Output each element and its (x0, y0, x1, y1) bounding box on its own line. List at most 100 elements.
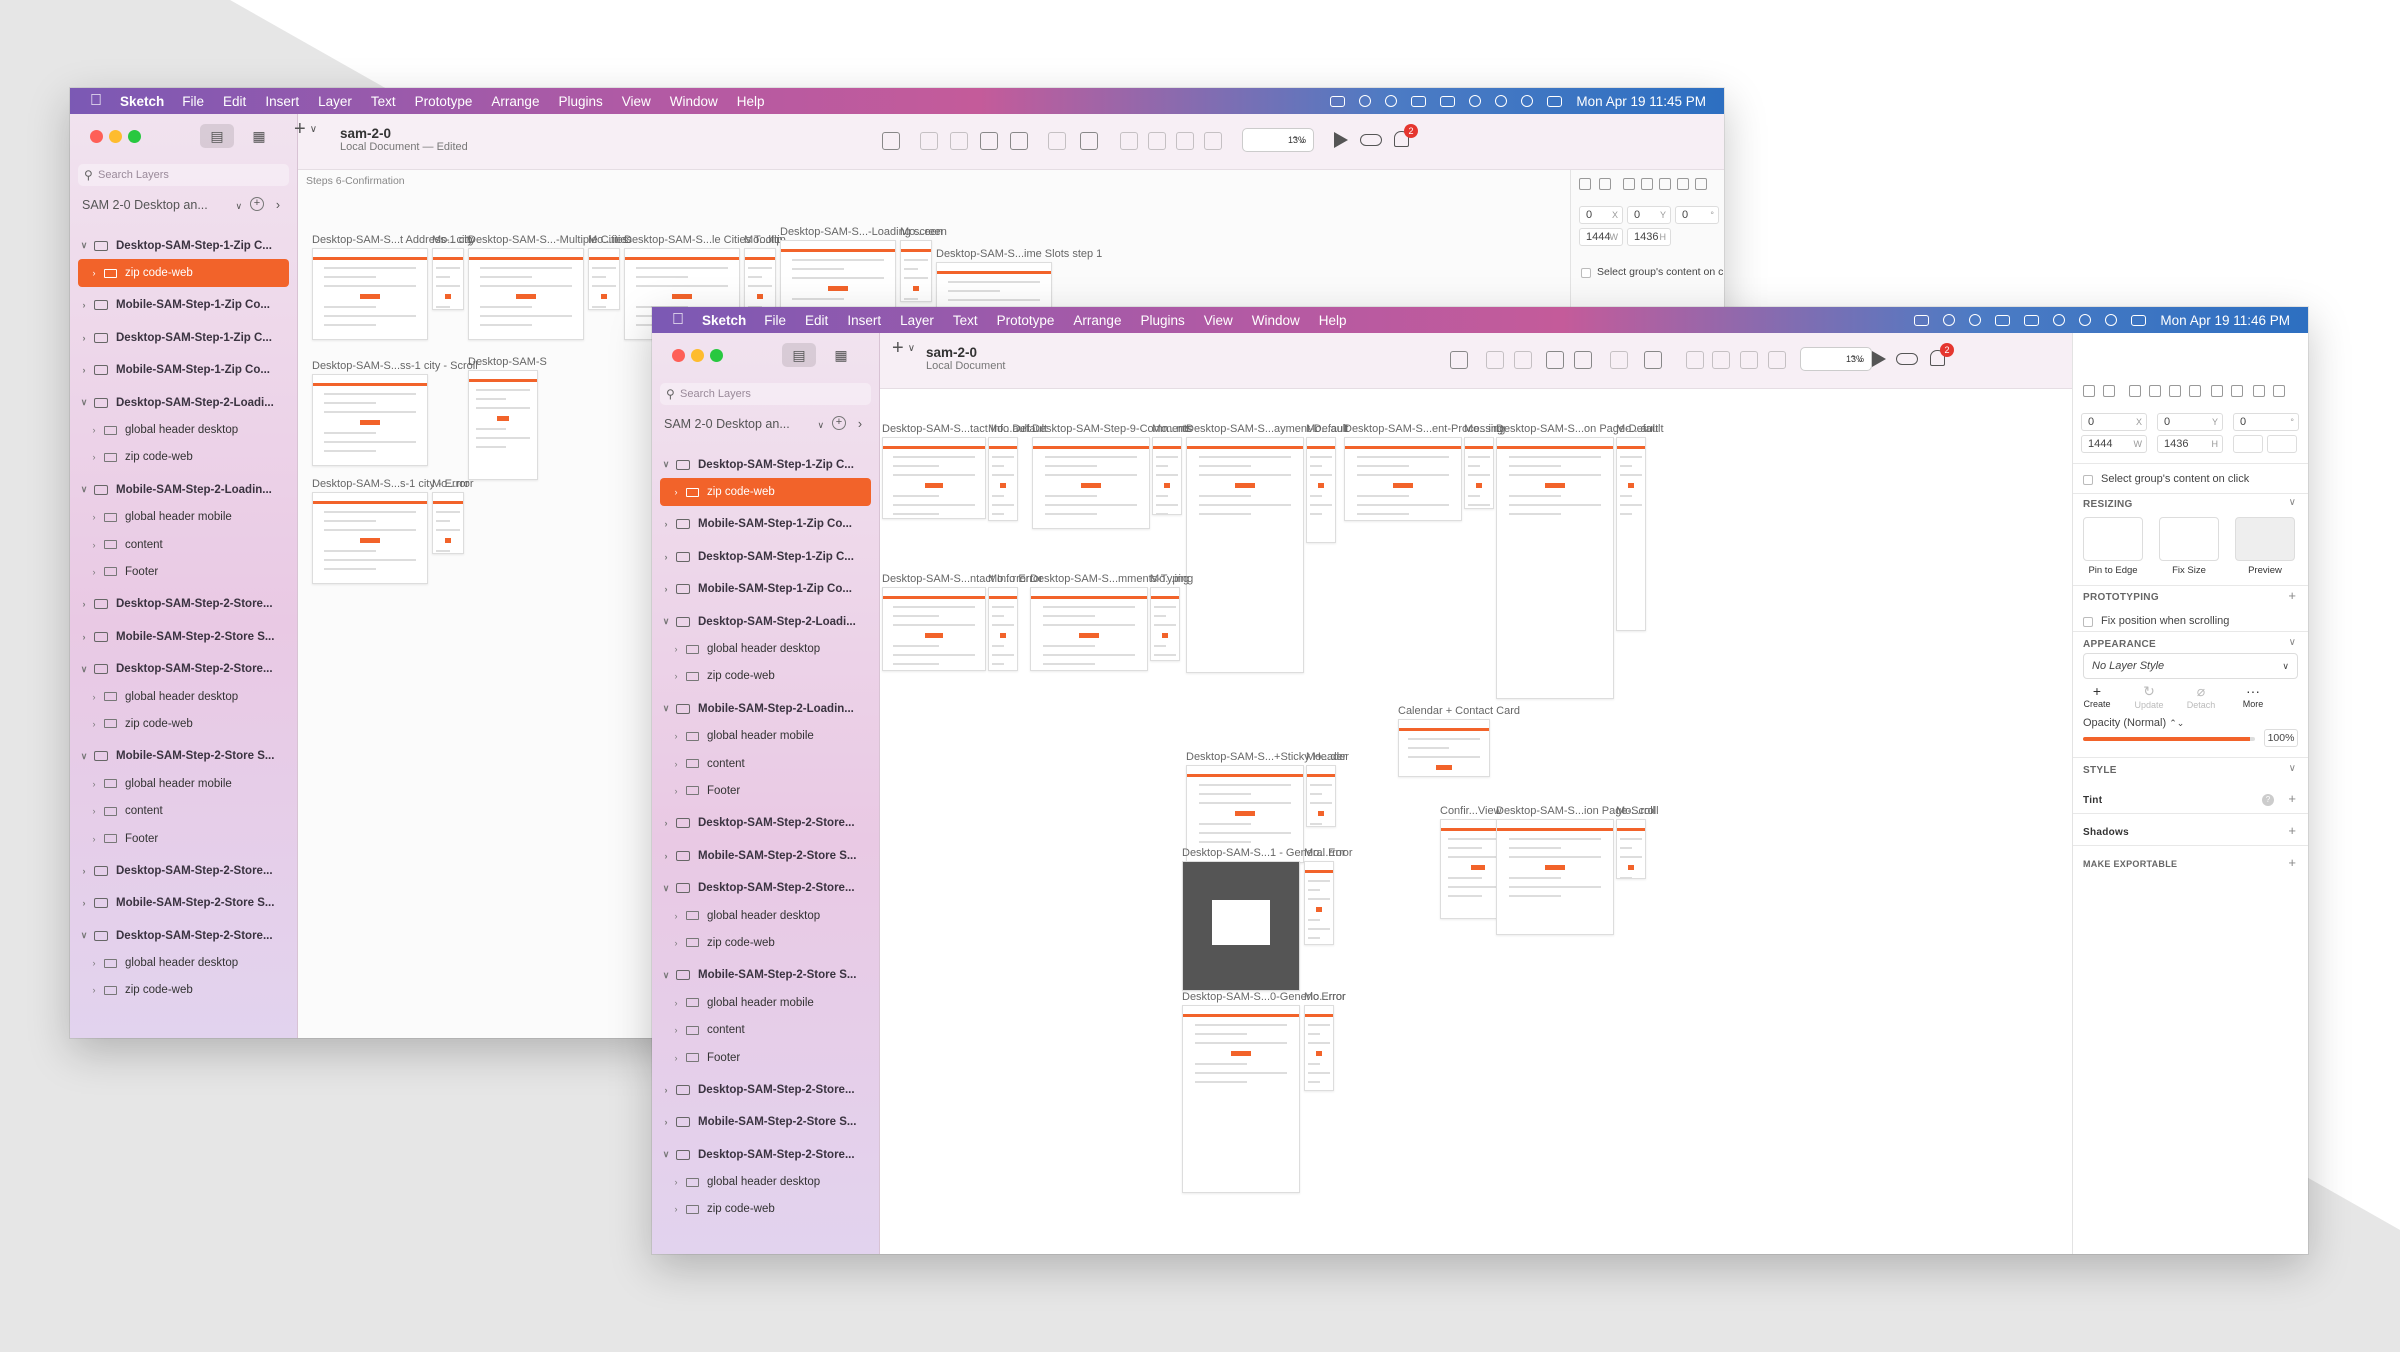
battery-icon[interactable] (2024, 314, 2040, 326)
menu-window[interactable]: Window (670, 94, 718, 109)
menu-plugins[interactable]: Plugins (1140, 313, 1184, 328)
chevron-right-icon[interactable]: › (670, 786, 682, 796)
align-icon[interactable] (2253, 385, 2265, 397)
align-icon[interactable] (1695, 178, 1707, 190)
menu-insert[interactable]: Insert (847, 313, 881, 328)
layer-artboard-row[interactable]: › Mobile-SAM-Step-2-Store S... (652, 1109, 879, 1136)
chevron-down-icon[interactable]: ∨ (78, 397, 90, 408)
layer-artboard-row[interactable]: › Mobile-SAM-Step-2-Store S... (70, 623, 297, 650)
align-icon[interactable] (1677, 178, 1689, 190)
chevron-right-icon[interactable]: › (88, 567, 100, 577)
cloud-status-icon[interactable] (1330, 95, 1346, 107)
layer-group-row[interactable]: › zip code-web (70, 977, 297, 1004)
artboard-title[interactable]: Mo...ltip (744, 234, 783, 246)
align-icon[interactable] (2103, 385, 2115, 397)
rotation-field[interactable]: 0 ° (2233, 413, 2299, 431)
notification-bell-icon[interactable]: 2 (1930, 343, 1954, 366)
align-icon[interactable] (2273, 385, 2285, 397)
backward-icon[interactable] (950, 132, 968, 150)
artboard-title[interactable]: Mo...ault (988, 423, 1030, 435)
opacity-label[interactable]: Opacity (Normal) ⌃⌄ (2083, 717, 2184, 729)
align-icon[interactable] (2083, 385, 2095, 397)
artboard-title[interactable]: Mo...ault (1306, 423, 1348, 435)
artboard[interactable]: Desktop-SAM-S...mments-Typing (1030, 573, 1193, 671)
cloud-icon[interactable] (1896, 353, 1918, 365)
menu-file[interactable]: File (182, 94, 204, 109)
chevron-right-icon[interactable]: › (276, 198, 280, 212)
cc-status-icon[interactable] (1359, 95, 1372, 107)
artboard[interactable]: Mo...city (432, 234, 473, 310)
artboard[interactable]: Mo...ities (588, 234, 632, 310)
user-icon[interactable] (1495, 95, 1508, 107)
chevron-right-icon[interactable]: › (660, 818, 672, 828)
artboard[interactable]: Desktop-SAM-S...t Address-1 city (312, 234, 475, 340)
artboard[interactable]: Mo...rror (432, 478, 474, 554)
chevron-down-icon[interactable]: ∨ (78, 664, 90, 675)
union-icon[interactable] (1686, 351, 1704, 369)
chevron-right-icon[interactable]: › (670, 671, 682, 681)
layer-group-row[interactable]: › Footer (652, 777, 879, 804)
chevron-right-icon[interactable]: › (670, 1053, 682, 1063)
menu-window[interactable]: Window (1252, 313, 1300, 328)
layer-group-row[interactable]: › global header desktop (652, 635, 879, 662)
add-export-icon[interactable]: + (2288, 855, 2296, 870)
chevron-right-icon[interactable]: › (78, 898, 90, 908)
layer-artboard-row[interactable]: ∨ Desktop-SAM-Step-2-Loadi... (652, 608, 879, 635)
rotation-field[interactable]: 0 ° (1675, 206, 1719, 224)
chevron-down-icon[interactable]: ∨ (78, 751, 90, 762)
chevron-right-icon[interactable]: › (670, 911, 682, 921)
menu-arrange[interactable]: Arrange (491, 94, 539, 109)
menu-prototype[interactable]: Prototype (415, 94, 473, 109)
layers-view-icon[interactable]: ▤ (200, 124, 234, 148)
artboard[interactable]: Mo...ing (1464, 423, 1503, 509)
layer-artboard-row[interactable]: ∨ Mobile-SAM-Step-2-Loadin... (70, 476, 297, 503)
menu-text[interactable]: Text (953, 313, 978, 328)
page-selector[interactable]: SAM 2-0 Desktop an... ∨ + › (82, 197, 282, 212)
layer-group-row[interactable]: › global header desktop (652, 902, 879, 929)
chevron-right-icon[interactable]: › (88, 834, 100, 844)
align-icon[interactable] (1641, 178, 1653, 190)
menu-plugins[interactable]: Plugins (558, 94, 602, 109)
chevron-right-icon[interactable]: › (78, 599, 90, 609)
layer-group-row[interactable]: › zip code-web (70, 444, 297, 471)
scale-icon[interactable] (1080, 132, 1098, 150)
control-center-icon[interactable] (1547, 95, 1563, 107)
edit-icon[interactable] (1546, 351, 1564, 369)
menu-text[interactable]: Text (371, 94, 396, 109)
layer-artboard-row[interactable]: › Mobile-SAM-Step-1-Zip Co... (652, 511, 879, 538)
layer-artboard-row[interactable]: ∨ Mobile-SAM-Step-2-Loadin... (652, 695, 879, 722)
chevron-right-icon[interactable]: › (88, 958, 100, 968)
add-page-icon[interactable]: + (250, 197, 264, 211)
union-icon[interactable] (1120, 132, 1138, 150)
layer-artboard-row[interactable]: › Mobile-SAM-Step-2-Store S... (652, 842, 879, 869)
search-icon[interactable] (1521, 95, 1534, 107)
menu-edit[interactable]: Edit (223, 94, 246, 109)
layer-artboard-row[interactable]: ∨ Mobile-SAM-Step-2-Store S... (652, 962, 879, 989)
components-view-icon[interactable]: ▦ (824, 343, 858, 367)
artboard-title[interactable]: Mo...ing (1150, 573, 1189, 585)
layer-group-row[interactable]: › global header mobile (70, 770, 297, 797)
zoom-button[interactable] (128, 130, 141, 143)
layer-group-row[interactable]: › global header mobile (652, 723, 879, 750)
wifi-icon[interactable] (2053, 314, 2066, 326)
chevron-right-icon[interactable]: › (660, 584, 672, 594)
layer-artboard-row[interactable]: › Desktop-SAM-Step-2-Store... (70, 591, 297, 618)
layer-group-row[interactable]: › zip code-web (652, 663, 879, 690)
layer-group-row-selected[interactable]: › zip code-web (660, 478, 871, 506)
menu-arrange[interactable]: Arrange (1073, 313, 1121, 328)
artboard[interactable]: Mo...der (1306, 751, 1346, 827)
pin-to-edge-control[interactable] (2083, 517, 2143, 561)
layer-artboard-row[interactable]: ∨ Desktop-SAM-Step-1-Zip C... (70, 232, 297, 259)
y-field[interactable]: 0Y (2157, 413, 2223, 431)
layer-artboard-row[interactable]: › Desktop-SAM-Step-2-Store... (652, 810, 879, 837)
chevron-right-icon[interactable]: › (88, 719, 100, 729)
close-button[interactable] (672, 349, 685, 362)
layer-group-row[interactable]: › Footer (70, 825, 297, 852)
chevron-down-icon[interactable]: ∨ (660, 970, 672, 981)
menu-help[interactable]: Help (737, 94, 765, 109)
layer-artboard-row[interactable]: › Mobile-SAM-Step-1-Zip Co... (70, 292, 297, 319)
chevron-down-icon[interactable]: ∨ (660, 459, 672, 470)
add-shadow-icon[interactable]: + (2288, 823, 2296, 838)
artboard[interactable]: Desktop-SAM-S...ntact Info Error (882, 573, 1043, 671)
artboard[interactable]: Mo...rror (1304, 991, 1346, 1091)
